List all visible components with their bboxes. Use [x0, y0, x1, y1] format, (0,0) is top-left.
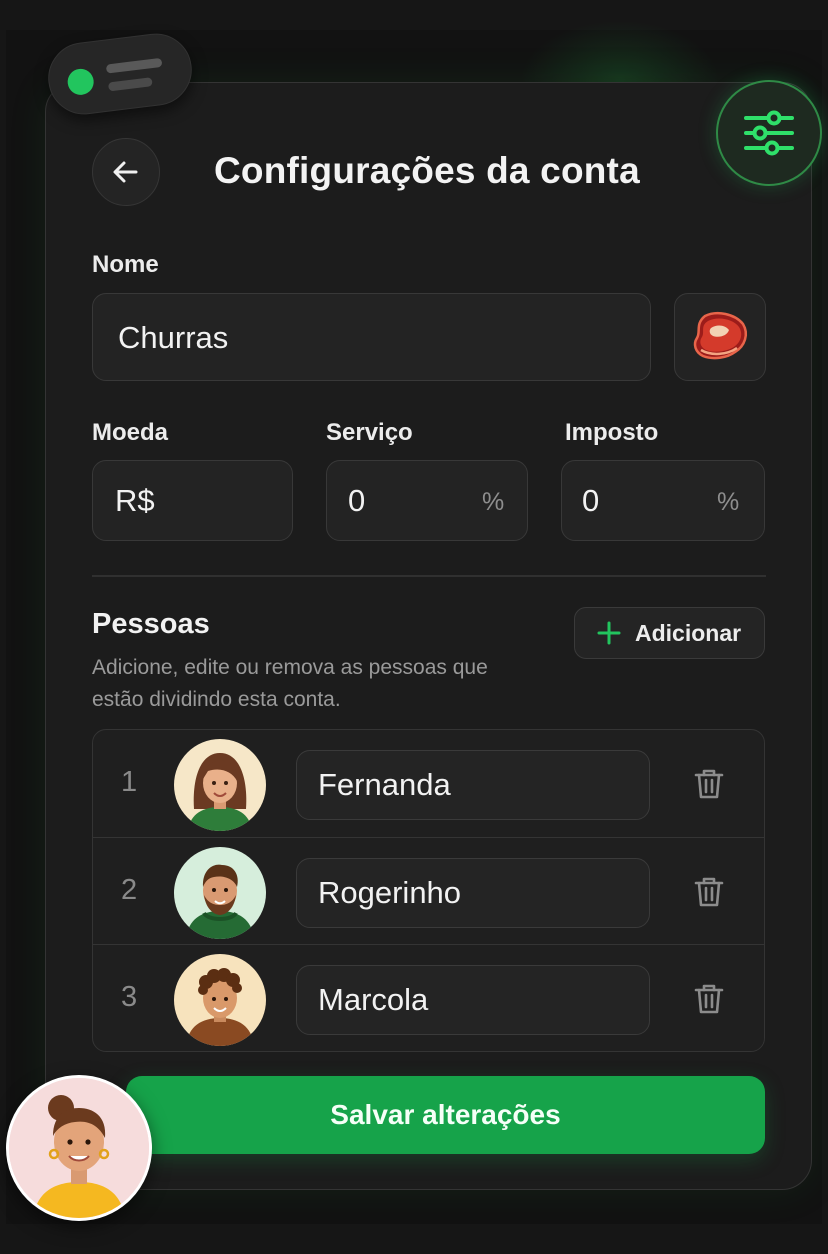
logo-bar	[105, 57, 163, 74]
currency-label: Moeda	[92, 419, 169, 446]
person-index: 1	[121, 766, 138, 798]
steak-icon	[693, 312, 747, 360]
name-field[interactable]: Churras	[92, 293, 651, 381]
settings-button[interactable]	[716, 80, 822, 186]
service-value: 0	[348, 483, 366, 518]
user-avatar[interactable]	[6, 1075, 152, 1221]
person-name-field[interactable]: Marcola	[296, 965, 650, 1035]
person-name: Fernanda	[318, 767, 451, 802]
service-label: Serviço	[326, 419, 413, 446]
add-person-label: Adicionar	[635, 619, 742, 646]
people-list: 1 Fernanda 2 Rogerinho 3 Marcola	[92, 729, 765, 1052]
name-label: Nome	[92, 251, 159, 278]
service-unit: %	[482, 488, 505, 516]
tax-field[interactable]: 0 %	[561, 460, 765, 541]
person-avatar	[174, 739, 266, 831]
trash-icon[interactable]	[694, 983, 724, 1015]
back-button[interactable]	[92, 138, 160, 206]
status-dot	[66, 67, 96, 97]
trash-icon[interactable]	[694, 768, 724, 800]
save-button-label: Salvar alterações	[330, 1099, 561, 1130]
person-row: 2 Rogerinho	[93, 837, 764, 944]
currency-value: R$	[115, 483, 155, 518]
sliders-icon	[744, 110, 794, 156]
currency-field[interactable]: R$	[92, 460, 293, 541]
save-button[interactable]: Salvar alterações	[126, 1076, 765, 1154]
person-index: 3	[121, 981, 138, 1013]
trash-icon[interactable]	[694, 876, 724, 908]
divider	[92, 575, 766, 577]
tax-label: Imposto	[565, 419, 659, 446]
add-person-button[interactable]: Adicionar	[574, 607, 765, 659]
tax-value: 0	[582, 483, 600, 518]
name-value: Churras	[118, 320, 229, 355]
page-title: Configurações da conta	[214, 150, 640, 191]
arrow-left-icon	[113, 161, 138, 183]
person-row: 3 Marcola	[93, 944, 764, 1051]
service-field[interactable]: 0 %	[326, 460, 528, 541]
plus-icon	[597, 621, 621, 645]
person-index: 2	[121, 874, 138, 906]
people-title: Pessoas	[92, 608, 210, 640]
tax-unit: %	[717, 488, 740, 516]
people-description: Adicione, edite ou remova as pessoas que…	[92, 656, 488, 711]
logo-bar	[107, 77, 153, 92]
person-name: Marcola	[318, 982, 429, 1017]
person-name: Rogerinho	[318, 875, 462, 910]
person-avatar	[174, 954, 266, 1046]
person-name-field[interactable]: Fernanda	[296, 750, 650, 820]
category-icon-button[interactable]	[674, 293, 766, 381]
person-name-field[interactable]: Rogerinho	[296, 858, 650, 928]
person-row: 1 Fernanda	[93, 730, 764, 837]
person-avatar	[174, 847, 266, 939]
